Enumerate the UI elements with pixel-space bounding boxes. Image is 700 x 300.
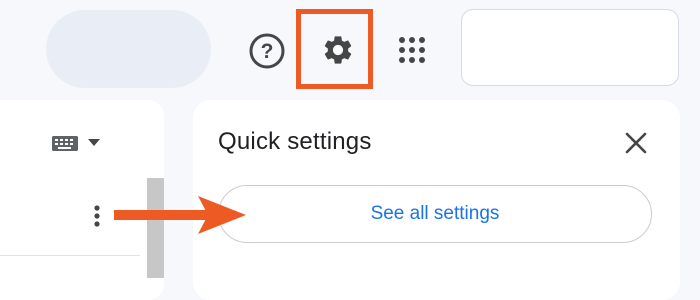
right-arrow-icon [114, 196, 246, 234]
more-options-button[interactable] [86, 202, 108, 230]
svg-text:?: ? [261, 40, 274, 63]
search-bar[interactable] [46, 10, 211, 88]
quick-settings-title: Quick settings [218, 128, 372, 155]
close-button[interactable] [620, 127, 652, 159]
help-button[interactable]: ? [246, 30, 288, 72]
more-vert-icon [94, 205, 100, 227]
gear-icon [324, 36, 352, 64]
divider [0, 255, 140, 256]
settings-button[interactable] [318, 30, 358, 70]
apps-grid-icon [399, 37, 425, 63]
see-all-settings-button[interactable]: See all settings [218, 185, 652, 243]
help-circle-icon: ? [249, 33, 285, 69]
keyboard-icon [52, 136, 100, 151]
apps-button[interactable] [392, 30, 432, 70]
see-all-settings-label: See all settings [370, 203, 500, 224]
close-icon [625, 132, 647, 154]
account-area[interactable] [461, 9, 679, 86]
input-tools-button[interactable] [50, 130, 106, 156]
